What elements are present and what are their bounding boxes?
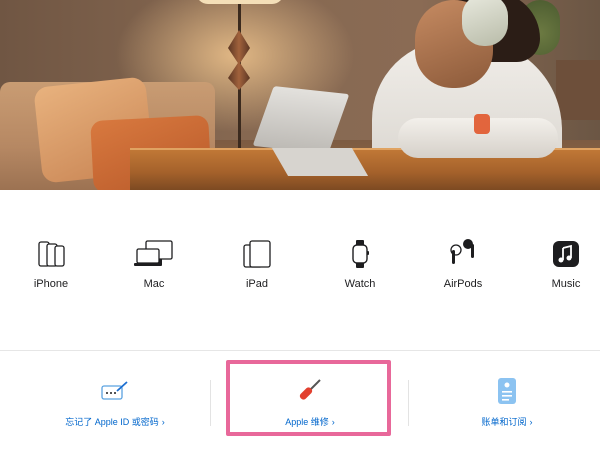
card-label-text: 账单和订阅 [481,417,527,427]
ipad-icon [237,238,277,270]
music-icon [546,238,586,270]
product-label: Mac [143,278,165,290]
billing-subscriptions-link[interactable]: 账单和订阅 › [481,415,532,428]
forgot-apple-id-link[interactable]: 忘记了 Apple ID 或密码 › [65,415,165,428]
airpods-icon [443,238,483,270]
highlight-box [226,360,391,436]
chevron-right-icon: › [161,417,165,427]
product-label: Music [551,278,581,290]
billing-document-icon [491,376,523,406]
product-label: Watch [344,278,376,290]
product-row: iPhone Mac iPad Watch AirPods Music [0,238,600,298]
chevron-right-icon: › [529,417,533,427]
product-mac[interactable]: Mac [109,238,199,298]
iphone-icon [31,238,71,270]
ipad-stand [271,148,369,176]
keyboard-pencil-icon [99,376,131,406]
forgot-apple-id-card[interactable]: 忘记了 Apple ID 或密码 › [40,362,190,438]
product-label: iPad [245,278,269,290]
product-label: iPhone [33,278,69,290]
product-label: AirPods [443,278,483,290]
hero-image [0,0,600,190]
product-ipad[interactable]: iPad [212,238,302,298]
mac-icon [134,238,174,270]
product-iphone[interactable]: iPhone [6,238,96,298]
shelf [556,60,600,120]
watch-on-wrist [474,114,490,134]
product-watch[interactable]: Watch [315,238,405,298]
card-separator [210,380,211,426]
card-label-text: 忘记了 Apple ID 或密码 [65,417,159,427]
headphones [462,0,508,46]
watch-icon [340,238,380,270]
card-separator [408,380,409,426]
billing-subscriptions-card[interactable]: 账单和订阅 › [432,362,582,438]
product-airpods[interactable]: AirPods [418,238,508,298]
product-music[interactable]: Music [521,238,600,298]
section-divider [0,350,600,351]
